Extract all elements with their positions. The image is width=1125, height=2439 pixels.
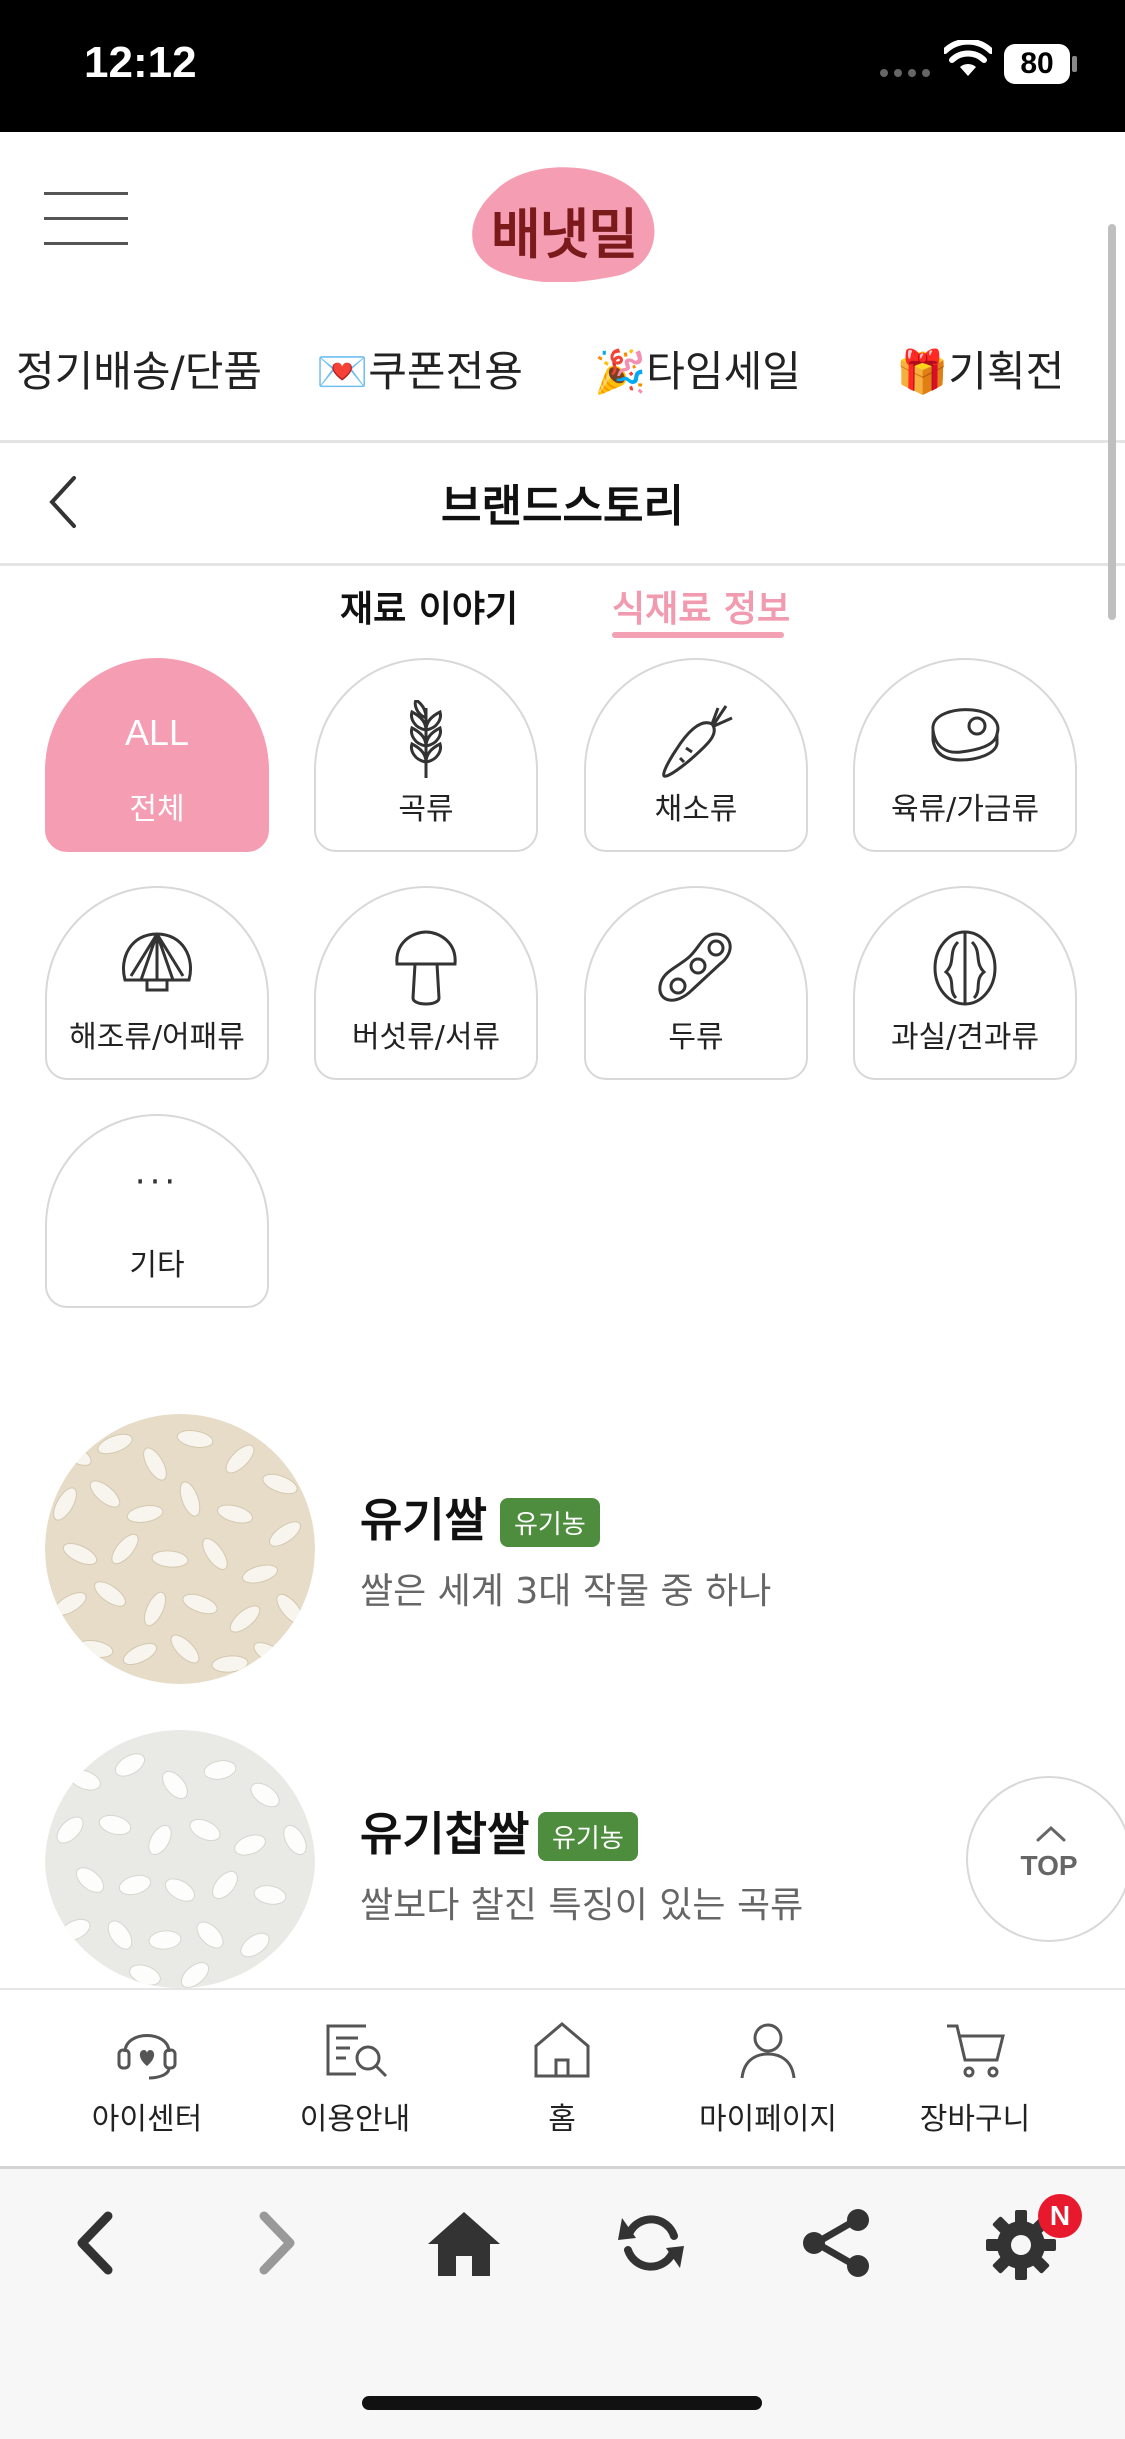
- bean-icon: [658, 932, 732, 1002]
- bottom-menu-guide[interactable]: 이용안내: [255, 2020, 455, 2138]
- item-name[interactable]: 유기찹쌀: [360, 1798, 529, 1864]
- category-bean[interactable]: 두류: [584, 886, 808, 1080]
- category-etc[interactable]: ··· 기타: [45, 1114, 269, 1308]
- nav-item-promotion[interactable]: 🎁기획전: [896, 338, 1064, 399]
- mushroom-icon: [395, 930, 457, 1006]
- item-description: 쌀은 세계 3대 작물 중 하나: [360, 1571, 772, 1612]
- bottom-menu-label: 장바구니: [919, 2102, 1031, 2137]
- organic-glutinous-rice-image[interactable]: [45, 1730, 315, 1988]
- logo-text: 배냇밀: [490, 203, 638, 266]
- category-vegetable[interactable]: 채소류: [584, 658, 808, 852]
- browser-home-icon[interactable]: [426, 2208, 502, 2278]
- bottom-menu-cart[interactable]: 장바구니: [875, 2020, 1075, 2138]
- divider: [0, 563, 1125, 566]
- meat-icon: [931, 708, 1000, 762]
- bottom-menu-mypage[interactable]: 마이페이지: [668, 2020, 868, 2138]
- notification-badge: N: [1038, 2194, 1082, 2238]
- nav-item-coupon[interactable]: 💌쿠폰전용: [316, 338, 523, 399]
- category-label: 두류: [668, 1020, 724, 1055]
- bottom-menu-label: 이용안내: [299, 2102, 411, 2137]
- scroll-top-button[interactable]: TOP: [966, 1776, 1125, 1942]
- person-icon: [740, 2023, 796, 2079]
- home-indicator[interactable]: [362, 2396, 762, 2410]
- wheat-icon: [410, 700, 442, 778]
- carrot-icon: [662, 705, 733, 778]
- all-label: ALL: [124, 712, 190, 753]
- page-title: 브랜드스토리: [441, 481, 684, 532]
- browser-refresh-icon[interactable]: [616, 2208, 686, 2278]
- item-name[interactable]: 유기쌀: [360, 1484, 487, 1550]
- category-mushroom[interactable]: 버섯류/서류: [314, 886, 538, 1080]
- organic-badge: 유기농: [538, 1812, 638, 1861]
- category-all[interactable]: ALL 전체: [45, 658, 269, 852]
- bottom-menu-label: 홈: [548, 2102, 576, 2137]
- browser-back-icon[interactable]: [70, 2208, 120, 2278]
- category-label: 버섯류/서류: [351, 1020, 501, 1055]
- guide-icon: [326, 2024, 388, 2078]
- browser-forward-icon[interactable]: [252, 2208, 302, 2278]
- category-label: 곡류: [398, 792, 454, 827]
- item-description: 쌀보다 찰진 특징이 있는 곡류: [360, 1885, 804, 1926]
- category-meat[interactable]: 육류/가금류: [853, 658, 1077, 852]
- more-icon: ···: [134, 1162, 180, 1202]
- category-seafood[interactable]: 해조류/어패류: [45, 886, 269, 1080]
- category-label: 과실/견과류: [890, 1020, 1040, 1055]
- bottom-menu-home[interactable]: 홈: [462, 2020, 662, 2138]
- organic-badge: 유기농: [500, 1498, 600, 1547]
- active-tab-indicator: [612, 632, 784, 638]
- headset-icon: [117, 2034, 177, 2080]
- wifi-icon: [944, 40, 992, 76]
- tab-ingredient-info[interactable]: 식재료 정보: [612, 580, 790, 632]
- bottom-menu-help-center[interactable]: 아이센터: [47, 2020, 247, 2138]
- house-icon: [534, 2022, 590, 2078]
- divider: [0, 440, 1125, 443]
- category-nut[interactable]: 과실/견과류: [853, 886, 1077, 1080]
- category-label: 기타: [129, 1248, 185, 1283]
- hamburger-menu-icon[interactable]: [44, 192, 128, 246]
- cart-icon: [947, 2024, 1005, 2078]
- category-grain[interactable]: 곡류: [314, 658, 538, 852]
- category-label: 전체: [129, 792, 185, 827]
- battery-icon: 80: [1004, 44, 1070, 84]
- bottom-menu-label: 마이페이지: [699, 2102, 837, 2137]
- nav-item-timesale[interactable]: 🎉타임세일: [594, 338, 801, 399]
- bottom-menu-label: 아이센터: [91, 2102, 203, 2137]
- chevron-up-icon: [1036, 1825, 1066, 1842]
- walnut-icon: [933, 930, 997, 1006]
- signal-icon: [880, 62, 936, 81]
- tab-ingredient-story[interactable]: 재료 이야기: [340, 580, 518, 632]
- nav-item-subscription[interactable]: 정기배송/단품: [16, 338, 262, 399]
- battery-tip: [1072, 56, 1077, 72]
- category-label: 채소류: [654, 792, 738, 827]
- shell-icon: [122, 932, 192, 992]
- category-label: 육류/가금류: [890, 792, 1040, 827]
- status-time: 12:12: [84, 38, 197, 87]
- category-label: 해조류/어패류: [69, 1020, 245, 1055]
- scrollbar[interactable]: [1108, 224, 1116, 620]
- top-label: TOP: [1020, 1850, 1078, 1881]
- organic-rice-image[interactable]: [45, 1414, 315, 1684]
- browser-share-icon[interactable]: [800, 2208, 874, 2278]
- status-bar: 12:12 80: [0, 0, 1125, 132]
